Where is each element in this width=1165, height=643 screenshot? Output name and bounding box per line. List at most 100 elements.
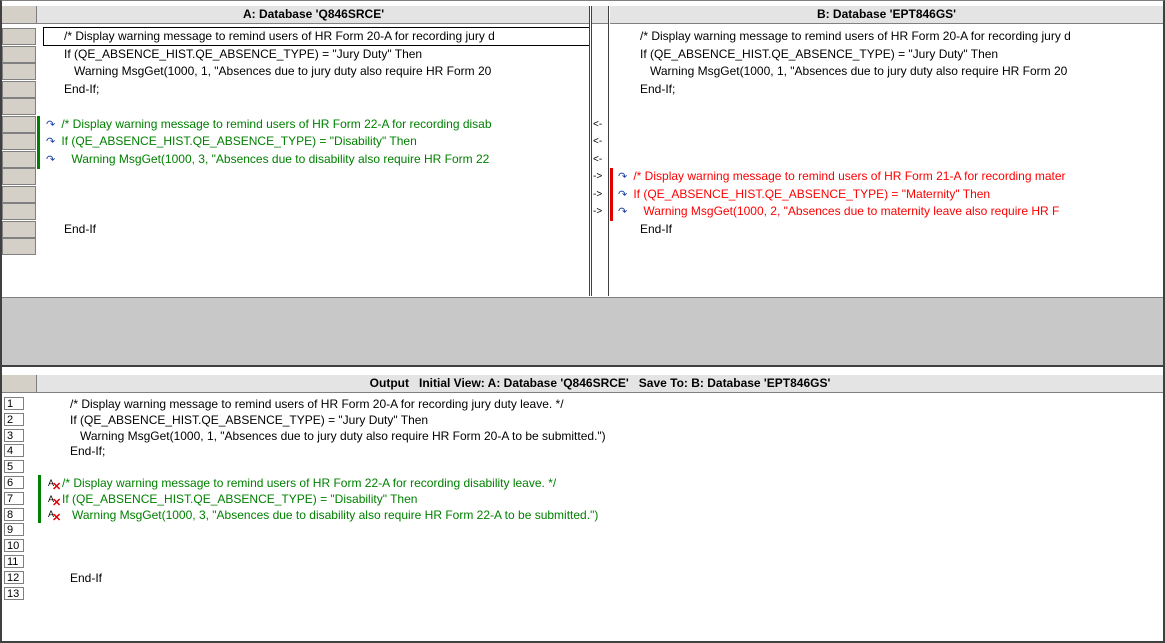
pane-a-line[interactable] xyxy=(2,185,589,203)
merge-arrow-icon[interactable]: ↷ xyxy=(46,117,58,133)
code-text: If (QE_ABSENCE_HIST.QE_ABSENCE_TYPE) = "… xyxy=(64,46,423,61)
pane-a[interactable]: A: Database 'Q846SRCE' /* Display warnin… xyxy=(2,6,590,296)
code-text: /* Display warning message to remind use… xyxy=(640,29,1071,43)
code-text: Warning MsgGet(1000, 1, "Absences due to… xyxy=(640,64,1068,78)
output-line[interactable]: 12 End-If xyxy=(4,570,1163,586)
output-line[interactable]: 5 xyxy=(4,459,1163,475)
pane-b-line[interactable] xyxy=(610,151,1163,168)
output-line[interactable]: 6 A ✕/* Display warning message to remind … xyxy=(4,475,1163,491)
row-gutter xyxy=(2,150,36,168)
pane-b-title: B: Database 'EPT846GS' xyxy=(816,7,957,21)
pane-b-header: B: Database 'EPT846GS' xyxy=(610,6,1163,24)
output-line[interactable]: 1 /* Display warning message to remind us… xyxy=(4,396,1163,412)
pane-a-line[interactable]: End-If; xyxy=(2,80,589,98)
line-number: 12 xyxy=(4,570,24,584)
code-text: If (QE_ABSENCE_HIST.QE_ABSENCE_TYPE) = "… xyxy=(640,46,999,61)
pane-a-corner xyxy=(2,6,37,23)
diff-marker: <- xyxy=(593,136,603,147)
pane-b-line[interactable]: End-If xyxy=(610,221,1163,238)
pane-a-line[interactable]: ↷ If (QE_ABSENCE_HIST.QE_ABSENCE_TYPE) =… xyxy=(2,133,589,151)
diff-marker: <- xyxy=(593,118,603,130)
code-text: Warning MsgGet(1000, 1, "Absences due to… xyxy=(70,428,606,443)
output-line[interactable]: 9 xyxy=(4,522,1163,538)
merge-arrow-icon[interactable]: ↷ xyxy=(46,152,58,168)
output-line[interactable]: 8 A ✕ Warning MsgGet(1000, 3, "Absences du… xyxy=(4,506,1163,523)
line-number: 9 xyxy=(4,523,24,537)
line-number: 10 xyxy=(4,539,24,553)
code-text: /* Display warning message to remind use… xyxy=(61,116,492,131)
marker-header xyxy=(592,6,608,24)
reject-change-icon[interactable]: A ✕ xyxy=(48,477,62,491)
pane-b-line[interactable]: /* Display warning message to remind use… xyxy=(610,28,1163,45)
row-gutter xyxy=(2,168,36,185)
pane-a-header: A: Database 'Q846SRCE' xyxy=(2,6,589,24)
output-line[interactable]: 4 End-If; xyxy=(4,443,1163,459)
output-line[interactable]: 7 A ✕ If (QE_ABSENCE_HIST.QE_ABSENCE_TYPE) … xyxy=(4,490,1163,507)
code-text: /* Display warning message to remind use… xyxy=(62,476,557,490)
code-text: End-If; xyxy=(640,81,676,96)
pane-a-line[interactable]: If (QE_ABSENCE_HIST.QE_ABSENCE_TYPE) = "… xyxy=(2,45,589,63)
merge-arrow-icon[interactable]: ↷ xyxy=(618,204,630,220)
code-text: Warning MsgGet(1000, 2, "Absences due to… xyxy=(633,204,1060,218)
reject-change-icon[interactable]: A ✕ xyxy=(48,508,62,522)
removed-line-bar xyxy=(610,168,613,186)
merge-arrow-icon[interactable]: ↷ xyxy=(618,187,630,203)
pane-a-title: A: Database 'Q846SRCE' xyxy=(242,7,385,21)
pane-a-line[interactable] xyxy=(2,168,589,185)
pane-a-line[interactable]: End-If xyxy=(2,220,589,238)
output-rows: 1 /* Display warning message to remind us… xyxy=(4,396,1163,643)
pane-b-line[interactable] xyxy=(610,116,1163,133)
added-line-bar xyxy=(38,475,41,491)
pane-b-line[interactable]: Warning MsgGet(1000, 1, "Absences due to… xyxy=(610,63,1163,80)
pane-b-line[interactable]: ↷ /* Display warning message to remind u… xyxy=(610,168,1163,186)
diff-marker: <- xyxy=(593,153,603,165)
pane-a-line[interactable]: /* Display warning message to remind use… xyxy=(2,27,589,46)
merge-arrow-icon[interactable]: ↷ xyxy=(618,169,630,185)
output-title: Output Initial View: A: Database 'Q846SR… xyxy=(369,376,831,390)
pane-a-line[interactable]: Warning MsgGet(1000, 1, "Absences due to… xyxy=(2,63,589,80)
added-line-bar xyxy=(38,490,41,507)
pane-b-line[interactable]: If (QE_ABSENCE_HIST.QE_ABSENCE_TYPE) = "… xyxy=(610,46,1163,63)
reject-change-icon[interactable]: A ✕ xyxy=(48,493,62,507)
row-gutter xyxy=(2,238,36,255)
row-gutter xyxy=(2,63,36,80)
pane-a-line[interactable] xyxy=(2,238,589,255)
output-line[interactable]: 13 xyxy=(4,586,1163,602)
pane-splitter[interactable] xyxy=(2,297,1163,367)
output-line[interactable]: 10 xyxy=(4,538,1163,554)
added-line-bar xyxy=(38,506,41,523)
code-text: If (QE_ABSENCE_HIST.QE_ABSENCE_TYPE) = "… xyxy=(61,134,417,148)
pane-a-line[interactable]: ↷ Warning MsgGet(1000, 3, "Absences due … xyxy=(2,150,589,169)
code-text: End-If xyxy=(640,221,673,236)
code-text: /* Display warning message to remind use… xyxy=(64,29,495,43)
row-gutter xyxy=(2,28,36,45)
pane-b-line[interactable]: End-If; xyxy=(610,81,1163,98)
line-number: 8 xyxy=(4,507,24,521)
code-text: If (QE_ABSENCE_HIST.QE_ABSENCE_TYPE) = "… xyxy=(62,491,418,506)
row-gutter xyxy=(2,45,36,63)
code-text: Warning MsgGet(1000, 3, "Absences due to… xyxy=(62,507,599,522)
added-line-bar xyxy=(37,115,40,134)
output-line[interactable]: 3 Warning MsgGet(1000, 1, "Absences due … xyxy=(4,428,1163,444)
output-line[interactable]: 2 If (QE_ABSENCE_HIST.QE_ABSENCE_TYPE) = … xyxy=(4,412,1163,428)
code-text: Warning MsgGet(1000, 1, "Absences due to… xyxy=(64,64,492,78)
pane-b-line[interactable] xyxy=(610,98,1163,115)
pane-b[interactable]: B: Database 'EPT846GS' /* Display warnin… xyxy=(610,6,1163,296)
merge-arrow-icon[interactable]: ↷ xyxy=(46,134,58,150)
output-corner xyxy=(2,375,37,392)
pane-a-line[interactable] xyxy=(2,203,589,220)
pane-b-line[interactable]: ↷ Warning MsgGet(1000, 2, "Absences due … xyxy=(610,203,1163,221)
code-text: End-If; xyxy=(70,444,106,459)
pane-b-line[interactable] xyxy=(610,133,1163,150)
output-pane[interactable]: Output Initial View: A: Database 'Q846SR… xyxy=(2,369,1163,643)
row-gutter xyxy=(2,185,36,203)
output-line[interactable]: 11 xyxy=(4,554,1163,570)
pane-a-line[interactable]: ↷ /* Display warning message to remind u… xyxy=(2,115,589,134)
code-text: If (QE_ABSENCE_HIST.QE_ABSENCE_TYPE) = "… xyxy=(70,412,429,427)
line-number: 2 xyxy=(4,412,24,426)
pane-b-line[interactable]: ↷ If (QE_ABSENCE_HIST.QE_ABSENCE_TYPE) =… xyxy=(610,185,1163,204)
line-number: 7 xyxy=(4,491,24,505)
line-number: 5 xyxy=(4,460,24,474)
pane-a-line[interactable] xyxy=(2,98,589,115)
row-gutter xyxy=(2,220,36,238)
